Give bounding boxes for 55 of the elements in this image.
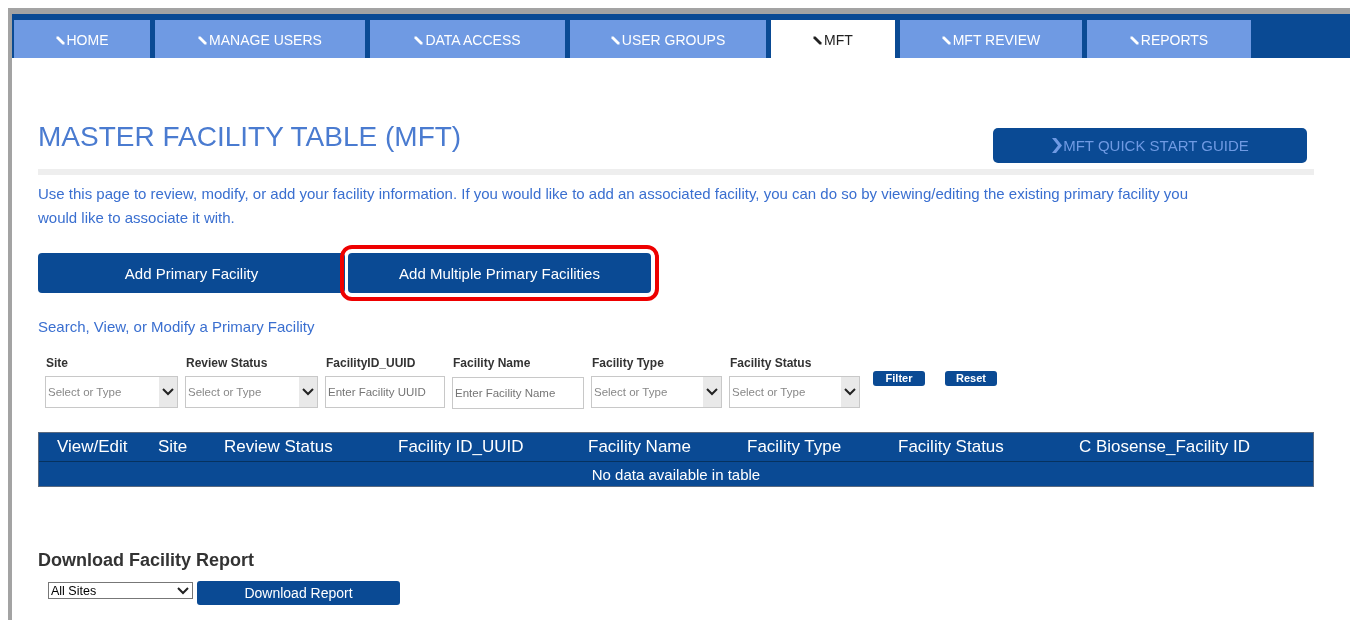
combo-input[interactable]: Select or Type [46,386,159,398]
pencil-icon [198,36,208,45]
filter-label: Facility Status [729,356,813,370]
nav-tab[interactable]: MANAGE USERS [155,20,365,58]
column-header: Site [158,437,189,457]
chevron-down-icon[interactable] [706,388,718,396]
select-field[interactable]: Select or Type [185,376,318,408]
pencil-icon [813,36,823,45]
add-facility-button[interactable]: Add Primary Facility [38,253,345,293]
pencil-icon [610,36,620,45]
combo-input[interactable]: Select or Type [730,386,841,398]
filter-label: FacilityID_UUID [325,356,417,370]
select-field[interactable]: Select or Type [729,376,860,408]
page-title: MASTER FACILITY TABLE (MFT) [38,121,462,153]
combo-input[interactable]: Select or Type [186,386,299,398]
select-field[interactable]: Select or Type [45,376,178,408]
column-header: Review Status [224,437,334,457]
filter-bar-button[interactable]: Filter [873,371,925,386]
column-header: Facility Name [588,437,692,457]
combo-input[interactable]: Select or Type [592,386,703,398]
nav-tab[interactable]: DATA ACCESS [370,20,565,58]
text-field[interactable]: Enter Facility Name [452,377,584,409]
nav-tab[interactable]: MFT REVIEW [900,20,1082,58]
chevron-down-icon[interactable] [162,388,174,396]
pencil-icon [414,36,424,45]
pencil-icon [1129,36,1139,45]
text-field[interactable]: Enter Facility UUID [325,376,445,408]
select-field[interactable]: Select or Type [591,376,722,408]
column-header: View/Edit [57,437,129,457]
filter-label: Site [45,356,69,370]
nav-tab[interactable]: USER GROUPS [570,20,766,58]
filter-label: Facility Name [452,356,532,370]
quick-start-guide-button[interactable]: MFT QUICK START GUIDE [993,128,1307,163]
filter-label: Review Status [185,356,269,370]
site-select[interactable]: All Sites [48,582,193,599]
column-header: Facility ID_UUID [398,437,525,457]
chevron-down-icon [177,586,189,595]
column-header: Facility Status [898,437,1005,457]
empty-table-message: No data available in table [590,464,762,485]
filter-label: Facility Type [591,356,665,370]
column-header: C Biosense_Facility ID [1079,437,1251,457]
chevron-down-icon[interactable] [844,388,856,396]
nav-tab[interactable]: REPORTS [1087,20,1251,58]
column-header: Facility Type [747,437,843,457]
pencil-icon [941,36,951,45]
nav-tab[interactable]: HOME [14,20,150,58]
intro-text: Use this page to review, modify, or add your facility information. If you would like to add an associated facility, you can do so by viewing/editing the existing primary facility you would like to associate it with. [38,184,1189,228]
pencil-icon [55,36,65,45]
chevron-down-icon[interactable] [302,388,314,396]
nav-tab[interactable]: MFT [771,20,895,58]
filter-bar-button[interactable]: Reset [945,371,997,386]
chevron-icon [1051,138,1063,153]
search-heading-link[interactable]: Search, View, or Modify a Primary Facility [38,318,315,335]
download-report-button[interactable]: Download Report [197,581,400,605]
download-heading: Download Facility Report [38,550,255,571]
